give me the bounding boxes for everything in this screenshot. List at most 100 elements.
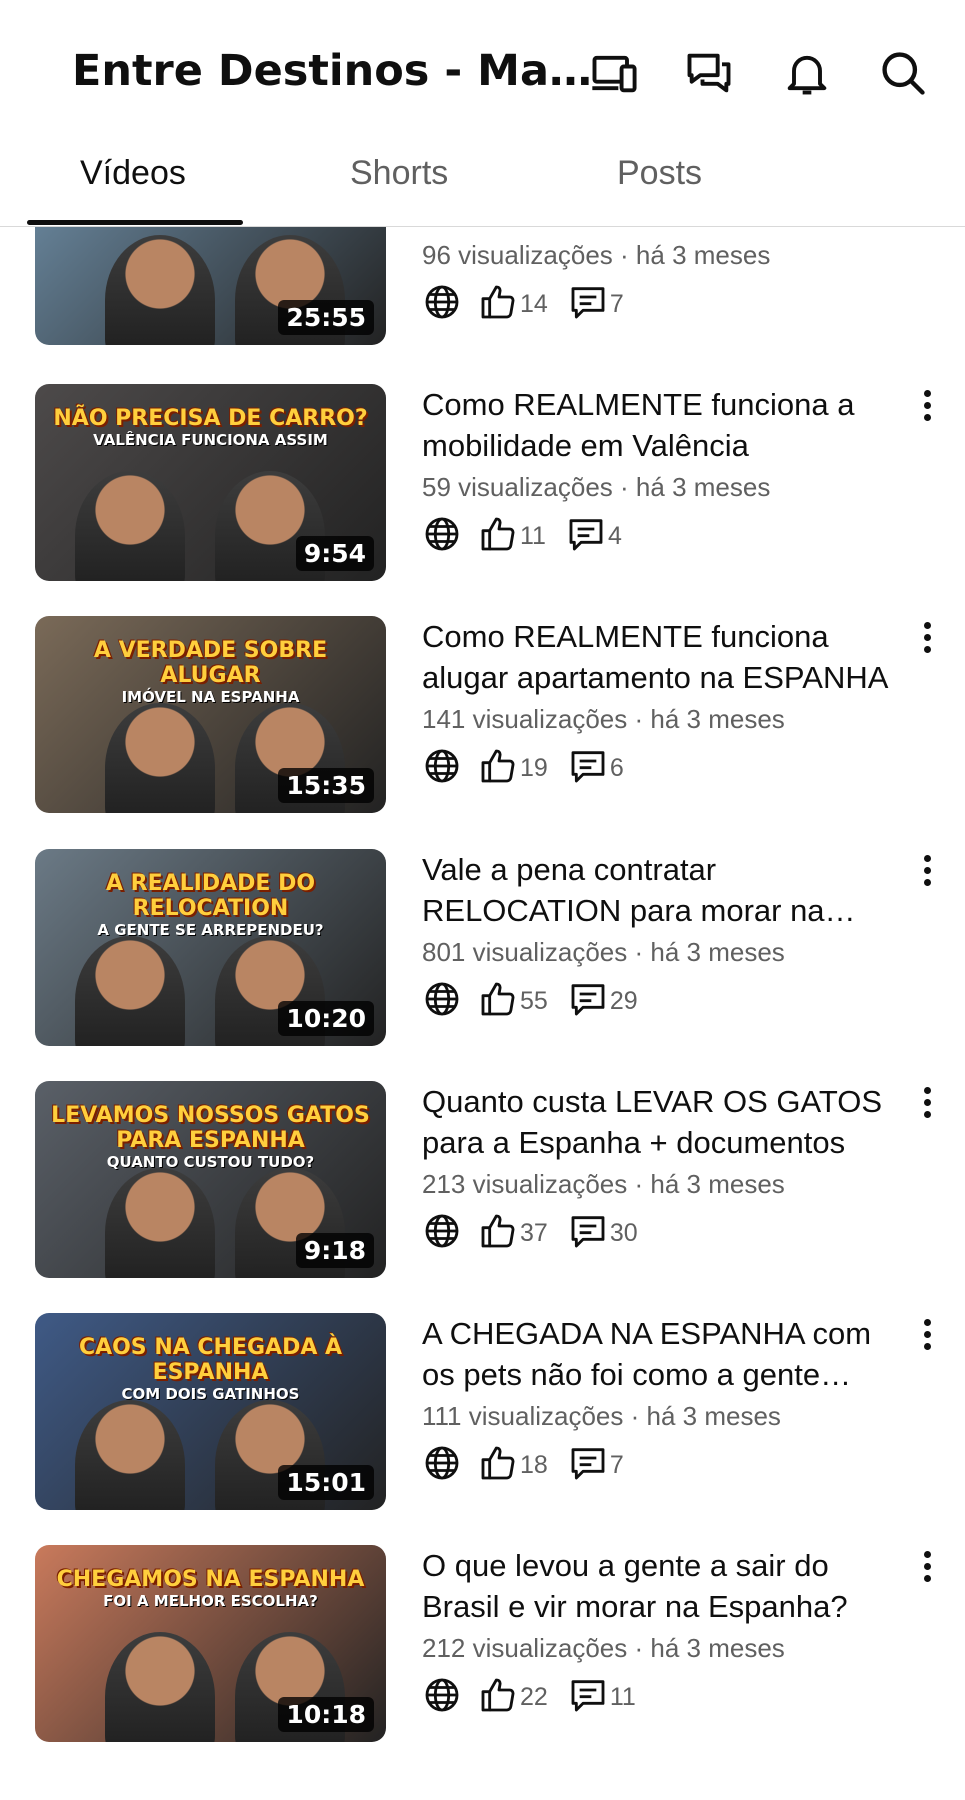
comment-count: 29 xyxy=(609,986,638,1015)
video-item[interactable]: LEVAMOS NOSSOS GATOS PARA ESPANHA QUANTO… xyxy=(0,1081,965,1281)
tab-videos[interactable]: Vídeos xyxy=(80,154,186,193)
meta-separator: · xyxy=(630,1401,640,1431)
video-list: 25:55 96 visualizações · há 3 meses 14 7… xyxy=(0,0,965,1800)
video-thumbnail[interactable]: NÃO PRECISA DE CARRO? VALÊNCIA FUNCIONA … xyxy=(35,384,386,581)
view-count: 212 visualizações xyxy=(422,1633,628,1663)
like-count: 14 xyxy=(520,289,548,318)
like-icon xyxy=(478,514,518,559)
video-title[interactable]: Quanto custa LEVAR OS GATOS para a Espan… xyxy=(422,1081,907,1163)
duration-badge: 9:18 xyxy=(295,1233,374,1268)
duration-badge: 15:35 xyxy=(278,768,374,803)
globe-icon xyxy=(422,282,462,327)
upload-age: há 3 meses xyxy=(650,1169,785,1199)
channel-title: Entre Destinos - Marcus Vinicius xyxy=(72,46,592,96)
upload-age: há 3 meses xyxy=(635,472,771,502)
thumbnail-person xyxy=(75,1400,185,1510)
like-count: 22 xyxy=(520,1682,548,1711)
duration-badge: 10:18 xyxy=(278,1697,374,1732)
video-meta: 141 visualizações · há 3 meses xyxy=(422,704,785,735)
like-icon xyxy=(478,1675,518,1720)
video-title[interactable]: Como REALMENTE funciona alugar apartamen… xyxy=(422,616,907,698)
meta-separator: · xyxy=(620,240,629,270)
upload-age: há 3 meses xyxy=(646,1401,781,1431)
video-title[interactable]: Vale a pena contratar RELOCATION para mo… xyxy=(422,849,907,931)
comment-count: 4 xyxy=(607,521,622,550)
more-options-icon[interactable] xyxy=(913,618,943,658)
video-thumbnail[interactable]: A REALIDADE DO RELOCATION A GENTE SE ARR… xyxy=(35,849,386,1046)
more-options-icon[interactable] xyxy=(913,1315,943,1355)
video-meta: 801 visualizações · há 3 meses xyxy=(422,937,785,968)
like-count: 18 xyxy=(520,1450,548,1479)
video-item[interactable]: NÃO PRECISA DE CARRO? VALÊNCIA FUNCIONA … xyxy=(0,384,965,584)
comment-count: 6 xyxy=(609,753,624,782)
search-icon[interactable] xyxy=(874,44,932,102)
globe-icon xyxy=(422,746,462,791)
meta-separator: · xyxy=(634,1633,644,1663)
video-thumbnail[interactable]: LEVAMOS NOSSOS GATOS PARA ESPANHA QUANTO… xyxy=(35,1081,386,1278)
video-title[interactable]: O que levou a gente a sair do Brasil e v… xyxy=(422,1545,907,1627)
video-thumbnail[interactable]: A VERDADE SOBRE ALUGAR IMÓVEL NA ESPANHA… xyxy=(35,616,386,813)
comment-icon xyxy=(566,514,606,559)
video-meta: 212 visualizações · há 3 meses xyxy=(422,1633,785,1664)
video-item[interactable]: CAOS NA CHEGADA À ESPANHA COM DOIS GATIN… xyxy=(0,1313,965,1513)
active-tab-indicator xyxy=(27,220,243,225)
meta-separator: · xyxy=(634,937,644,967)
more-options-icon[interactable] xyxy=(913,1547,943,1587)
comment-icon xyxy=(568,282,608,327)
upload-age: há 3 meses xyxy=(635,240,771,270)
thumbnail-person xyxy=(75,471,185,581)
video-title[interactable]: Como REALMENTE funciona a mobilidade em … xyxy=(422,384,907,466)
upload-age: há 3 meses xyxy=(650,937,785,967)
video-item[interactable]: A VERDADE SOBRE ALUGAR IMÓVEL NA ESPANHA… xyxy=(0,616,965,816)
video-meta: 213 visualizações · há 3 meses xyxy=(422,1169,785,1200)
upload-age: há 3 meses xyxy=(650,704,785,734)
like-count: 11 xyxy=(520,521,546,550)
meta-separator: · xyxy=(620,472,629,502)
video-title[interactable]: A CHEGADA NA ESPANHA com os pets não foi… xyxy=(422,1313,907,1395)
thumbnail-person xyxy=(105,1632,215,1742)
video-item[interactable]: CHEGAMOS NA ESPANHA FOI A MELHOR ESCOLHA… xyxy=(0,1545,965,1745)
globe-icon xyxy=(422,1675,462,1720)
cast-icon[interactable] xyxy=(585,44,643,102)
more-options-icon[interactable] xyxy=(913,851,943,891)
thumbnail-text: CHEGAMOS NA ESPANHA FOI A MELHOR ESCOLHA… xyxy=(56,1567,365,1610)
duration-badge: 10:20 xyxy=(278,1001,374,1036)
thumbnail-text: NÃO PRECISA DE CARRO? VALÊNCIA FUNCIONA … xyxy=(53,406,368,449)
view-count: 96 visualizações xyxy=(422,240,613,270)
video-meta: 96 visualizações · há 3 meses xyxy=(422,240,770,271)
like-count: 19 xyxy=(520,753,548,782)
globe-icon xyxy=(422,1443,462,1488)
meta-separator: · xyxy=(634,1169,644,1199)
video-item[interactable]: A REALIDADE DO RELOCATION A GENTE SE ARR… xyxy=(0,849,965,1049)
more-options-icon[interactable] xyxy=(913,386,943,426)
duration-badge: 9:54 xyxy=(295,536,374,571)
comment-count: 7 xyxy=(609,289,624,318)
video-stats: 11 4 xyxy=(422,514,642,558)
video-stats: 14 7 xyxy=(422,282,644,326)
messages-icon[interactable] xyxy=(680,44,738,102)
comment-icon xyxy=(568,1211,608,1256)
bell-icon[interactable] xyxy=(778,44,836,102)
thumbnail-text: A VERDADE SOBRE ALUGAR IMÓVEL NA ESPANHA xyxy=(93,638,328,706)
like-count: 37 xyxy=(520,1218,548,1247)
comment-icon xyxy=(568,979,608,1024)
like-count: 55 xyxy=(520,986,548,1015)
video-thumbnail[interactable]: CAOS NA CHEGADA À ESPANHA COM DOIS GATIN… xyxy=(35,1313,386,1510)
duration-badge: 25:55 xyxy=(278,300,374,335)
view-count: 213 visualizações xyxy=(422,1169,628,1199)
video-stats: 37 30 xyxy=(422,1211,658,1255)
thumbnail-person xyxy=(105,235,215,345)
video-stats: 55 29 xyxy=(422,979,658,1023)
tab-posts[interactable]: Posts xyxy=(617,154,702,193)
more-options-icon[interactable] xyxy=(913,1083,943,1123)
duration-badge: 15:01 xyxy=(278,1465,374,1500)
video-stats: 18 7 xyxy=(422,1443,644,1487)
like-icon xyxy=(478,282,518,327)
thumbnail-text: CAOS NA CHEGADA À ESPANHA COM DOIS GATIN… xyxy=(78,1335,343,1403)
video-thumbnail[interactable]: CHEGAMOS NA ESPANHA FOI A MELHOR ESCOLHA… xyxy=(35,1545,386,1742)
tab-shorts[interactable]: Shorts xyxy=(350,154,448,193)
thumbnail-person xyxy=(105,703,215,813)
video-meta: 111 visualizações · há 3 meses xyxy=(422,1401,781,1432)
comment-count: 30 xyxy=(609,1218,638,1247)
thumbnail-person xyxy=(75,936,185,1046)
